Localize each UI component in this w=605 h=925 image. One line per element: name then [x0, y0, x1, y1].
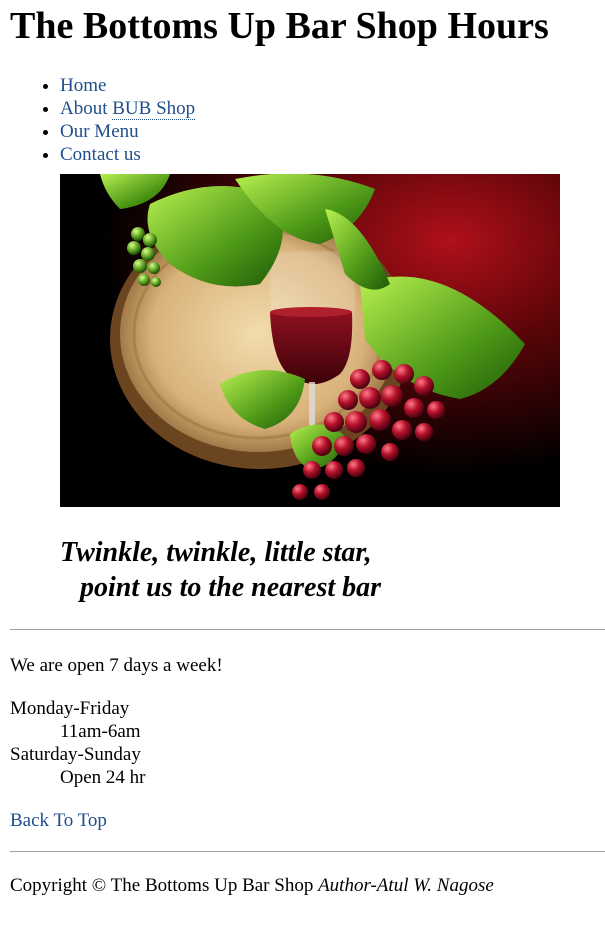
- weekday-time: 11am-6am: [60, 721, 141, 742]
- page-title: The Bottoms Up Bar Shop Hours: [10, 5, 549, 47]
- weekend-label: Saturday-Sunday: [10, 744, 141, 765]
- section-divider: [10, 629, 605, 630]
- footer-copyright: Copyright © The Bottoms Up Bar Shop Auth…: [10, 874, 605, 897]
- weekday-label: Monday-Friday: [10, 698, 130, 719]
- bar-rhyme-quote: Twinkle, twinkle, little star, point us …: [60, 535, 605, 605]
- nav-link-about[interactable]: About BUB Shop: [60, 98, 196, 120]
- open-days-text: We are open 7 days a week!: [10, 655, 223, 676]
- nav-link-contact[interactable]: Contact us: [60, 144, 141, 165]
- bub-abbreviation: BUB Shop: [112, 98, 196, 120]
- main-nav: Home About BUB Shop Our Menu Contact us: [10, 74, 605, 166]
- quote-line-2: point us to the nearest bar: [80, 572, 382, 603]
- nav-item-about: About BUB Shop: [60, 97, 605, 120]
- back-to-top-link[interactable]: Back To Top: [10, 810, 107, 831]
- quote-line-1: Twinkle, twinkle, little star,: [60, 537, 372, 568]
- footer-divider: [10, 851, 605, 852]
- nav-link-menu[interactable]: Our Menu: [60, 121, 139, 142]
- back-to-top: Back To Top: [10, 809, 605, 832]
- nav-item-menu: Our Menu: [60, 120, 605, 143]
- nav-link-home[interactable]: Home: [60, 75, 106, 96]
- wine-barrel-grapes-image: [60, 174, 560, 507]
- weekend-time: Open 24 hr: [60, 767, 146, 788]
- nav-item-home: Home: [60, 74, 605, 97]
- author-text: Author-Atul W. Nagose: [318, 875, 494, 896]
- nav-item-contact: Contact us: [60, 143, 605, 166]
- copyright-text: Copyright © The Bottoms Up Bar Shop: [10, 875, 314, 896]
- hours-list: Monday-Friday 11am-6am Saturday-Sunday O…: [10, 697, 605, 789]
- page: The Bottoms Up Bar Shop Hours Home About…: [0, 0, 605, 897]
- nav-link-about-prefix: About: [60, 98, 113, 119]
